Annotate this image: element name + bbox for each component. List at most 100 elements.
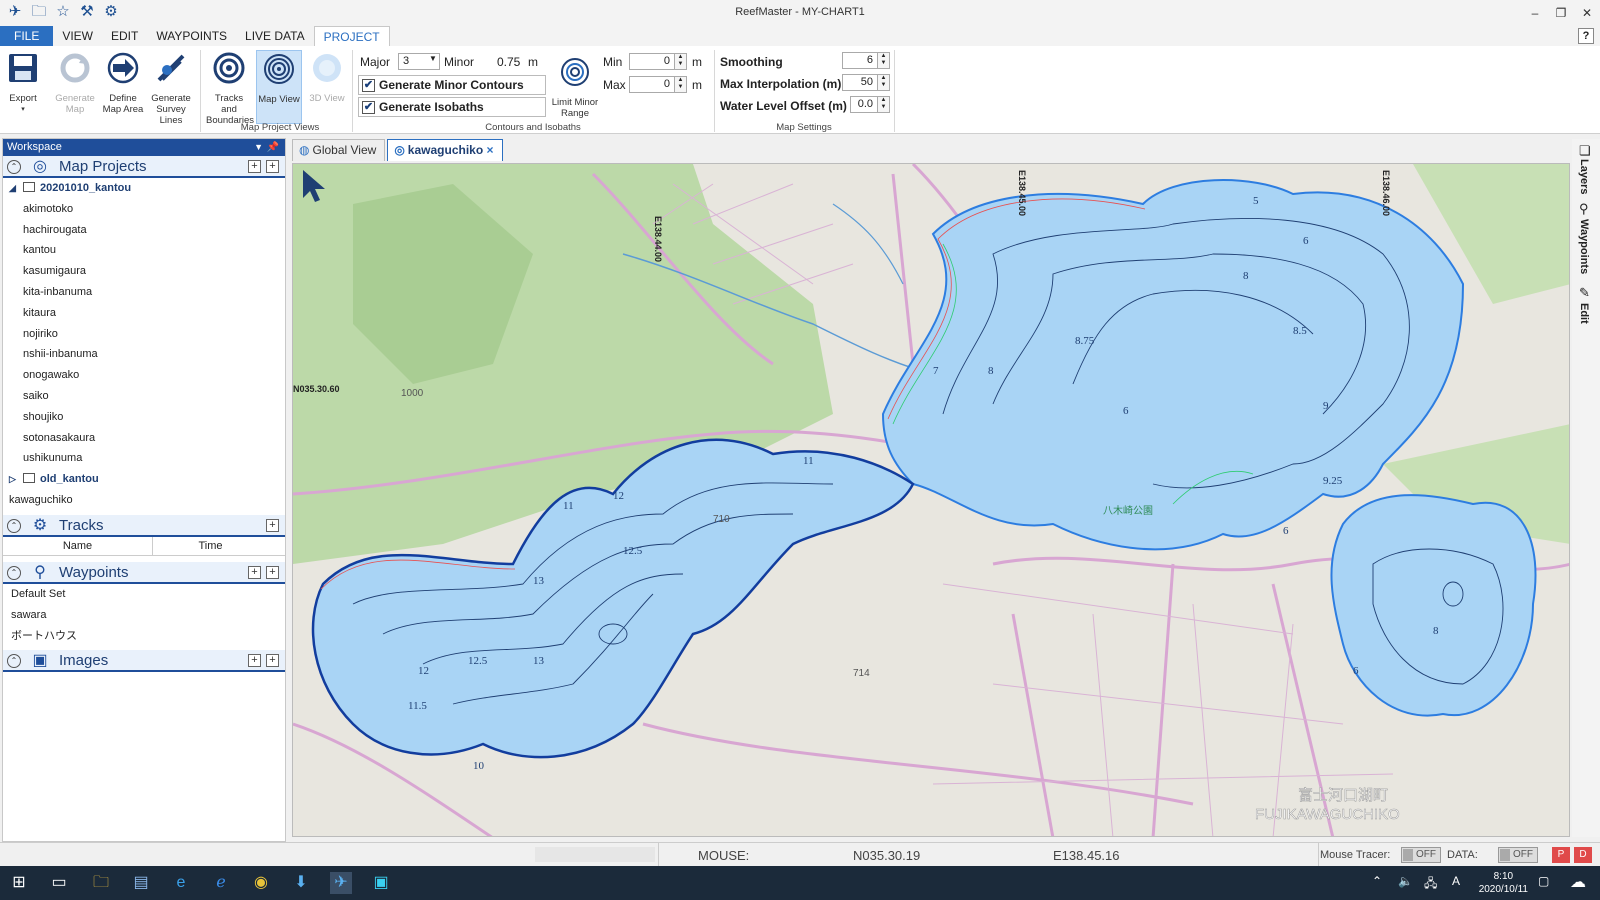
water-level-offset-input[interactable]: 0.0 [850,96,878,113]
tab-layers[interactable]: Layers [1578,159,1590,194]
tree-item-sotonasakaura[interactable]: sotonasakaura [3,428,285,449]
export-button[interactable]: Export ▾ [0,50,46,115]
tree-item-onogawako[interactable]: onogawako [3,365,285,386]
tray-chevron-icon[interactable]: ⌃ [1372,874,1382,888]
collapse-icon[interactable]: ⌃ [7,518,21,533]
menu-waypoints[interactable]: WAYPOINTS [147,26,236,46]
tracks-col-time[interactable]: Time [153,537,268,555]
tree-folder-old-kantou[interactable]: ▷ old_kantou [3,469,285,490]
chrome-icon[interactable]: ◉ [250,872,272,894]
layers-icon[interactable]: ❏ [1579,143,1591,159]
add-waypoint-icon[interactable]: + [248,565,261,579]
pencil-icon[interactable]: ✎ [1579,285,1590,301]
tab-waypoints[interactable]: Waypoints [1578,219,1590,274]
max-input[interactable]: 0 [629,76,675,93]
tracks-header[interactable]: ⌃ ⚙ Tracks + [3,514,285,537]
add-waypoint-set-icon[interactable]: + [266,565,279,579]
start-icon[interactable]: ⊞ [8,872,30,894]
generate-isobaths-checkbox[interactable]: ✔ Generate Isobaths [358,97,546,117]
store-icon[interactable]: ▤ [130,872,152,894]
ime-indicator[interactable]: A [1452,874,1460,888]
tab-kawaguchiko[interactable]: ◎ kawaguchiko × [387,139,503,161]
notification-icon[interactable]: ▢ [1538,874,1549,888]
images-header[interactable]: ⌃ ▣ Images + + [3,649,285,672]
tab-global-view[interactable]: ◍ Global View [292,139,386,161]
data-toggle[interactable]: OFF [1498,847,1538,863]
tree-item-kitaura[interactable]: kitaura [3,303,285,324]
tree-folder-20201010-kantou[interactable]: ◢ 20201010_kantou [3,178,285,199]
tree-item-akimotoko[interactable]: akimotoko [3,199,285,220]
tree-item-nojiriko[interactable]: nojiriko [3,324,285,345]
add-image-icon[interactable]: + [248,653,261,667]
network-icon[interactable]: 🖧 [1424,874,1437,895]
tree-item-kita-inbanuma[interactable]: kita-inbanuma [3,282,285,303]
tab-edit[interactable]: Edit [1578,303,1590,324]
tree-item-shoujiko[interactable]: shoujiko [3,407,285,428]
max-interpolation-input[interactable]: 50 [842,74,878,91]
expanded-icon[interactable]: ◢ [9,178,16,199]
max-interpolation-spinner[interactable]: ▲ ▼ [878,74,890,91]
p-button[interactable]: P [1552,847,1570,863]
tree-item-hachirougata[interactable]: hachirougata [3,220,285,241]
download-icon[interactable]: ⬇ [290,872,312,894]
restore-button[interactable]: ❐ [1548,0,1574,26]
menu-file[interactable]: FILE [0,26,54,46]
waypoint-set-sawara[interactable]: sawara [3,605,285,626]
map-svg[interactable]: 5 6 8 8.5 9 7 8 8.75 6 11 12 13 12.5 12 … [293,164,1570,837]
edge-icon[interactable]: e [170,872,192,894]
tracks-col-name[interactable]: Name [3,536,153,555]
tree-item-ushikunuma[interactable]: ushikunuma [3,448,285,469]
add-project-icon[interactable]: + [248,160,261,173]
tree-item-kasumigaura[interactable]: kasumigaura [3,261,285,282]
smoothing-spinner[interactable]: ▲ ▼ [878,52,890,69]
pin-icon[interactable]: 📌 [267,139,279,156]
generate-minor-contours-checkbox[interactable]: ✔ Generate Minor Contours [358,75,546,95]
menu-live-data[interactable]: LIVE DATA [236,26,314,46]
help-button[interactable]: ? [1578,28,1594,44]
reefmaster-taskbar-icon[interactable]: ✈ [330,872,352,894]
close-button[interactable]: ✕ [1574,0,1600,26]
3d-view-button[interactable]: 3D View [304,50,350,104]
tree-item-kawaguchiko[interactable]: kawaguchiko [3,490,285,511]
add-image-folder-icon[interactable]: + [266,653,279,667]
collapse-icon[interactable]: ⌃ [7,160,21,174]
waypoint-set-boathouse[interactable]: ボートハウス [3,626,285,647]
tree-item-nshii-inbanuma[interactable]: nshii-inbanuma [3,344,285,365]
tracks-and-boundaries-button[interactable]: Tracks and Boundaries [206,50,254,126]
add-track-icon[interactable]: + [266,518,279,532]
task-view-icon[interactable]: ▭ [48,872,70,894]
max-spinner[interactable]: ▲ ▼ [675,76,687,93]
volume-icon[interactable]: 🔈 [1398,874,1413,888]
collapse-icon[interactable]: ⌃ [7,653,21,668]
waypoint-icon[interactable]: ⚲ [1579,201,1589,217]
menu-project[interactable]: PROJECT [313,26,390,46]
system-clock[interactable]: 8:10 2020/10/11 [1479,870,1528,896]
waypoints-header[interactable]: ⌃ ⚲ Waypoints + + [3,561,285,584]
map-projects-header[interactable]: ⌃ ◎ Map Projects + + [3,156,285,178]
menu-view[interactable]: VIEW [53,26,102,46]
tree-item-saiko[interactable]: saiko [3,386,285,407]
chevron-down-icon[interactable]: ▼ [254,139,263,156]
generate-survey-lines-button[interactable]: Generate Survey Lines [148,50,194,126]
water-level-offset-spinner[interactable]: ▲ ▼ [878,96,890,113]
file-explorer-icon[interactable]: 🗀 [90,872,112,894]
map-view-button[interactable]: Map View [256,50,302,124]
min-spinner[interactable]: ▲ ▼ [675,53,687,70]
min-input[interactable]: 0 [629,53,675,70]
smoothing-input[interactable]: 6 [842,52,878,69]
close-tab-icon[interactable]: × [487,143,494,157]
d-button[interactable]: D [1574,847,1592,863]
generate-map-button[interactable]: Generate Map [52,50,98,115]
waypoint-set-default[interactable]: Default Set [3,584,285,605]
collapsed-icon[interactable]: ▷ [9,469,16,490]
mouse-tracer-toggle[interactable]: OFF [1401,847,1441,863]
app-taskbar-icon[interactable]: ▣ [370,872,392,894]
collapse-icon[interactable]: ⌃ [7,565,21,580]
map-canvas[interactable]: 5 6 8 8.5 9 7 8 8.75 6 11 12 13 12.5 12 … [292,163,1570,837]
add-folder-icon[interactable]: + [266,160,279,173]
ie-icon[interactable]: ℯ [210,872,232,894]
tree-item-kantou[interactable]: kantou [3,240,285,261]
minimize-button[interactable]: – [1522,0,1548,26]
menu-edit[interactable]: EDIT [102,26,147,46]
define-map-area-button[interactable]: Define Map Area [100,50,146,115]
